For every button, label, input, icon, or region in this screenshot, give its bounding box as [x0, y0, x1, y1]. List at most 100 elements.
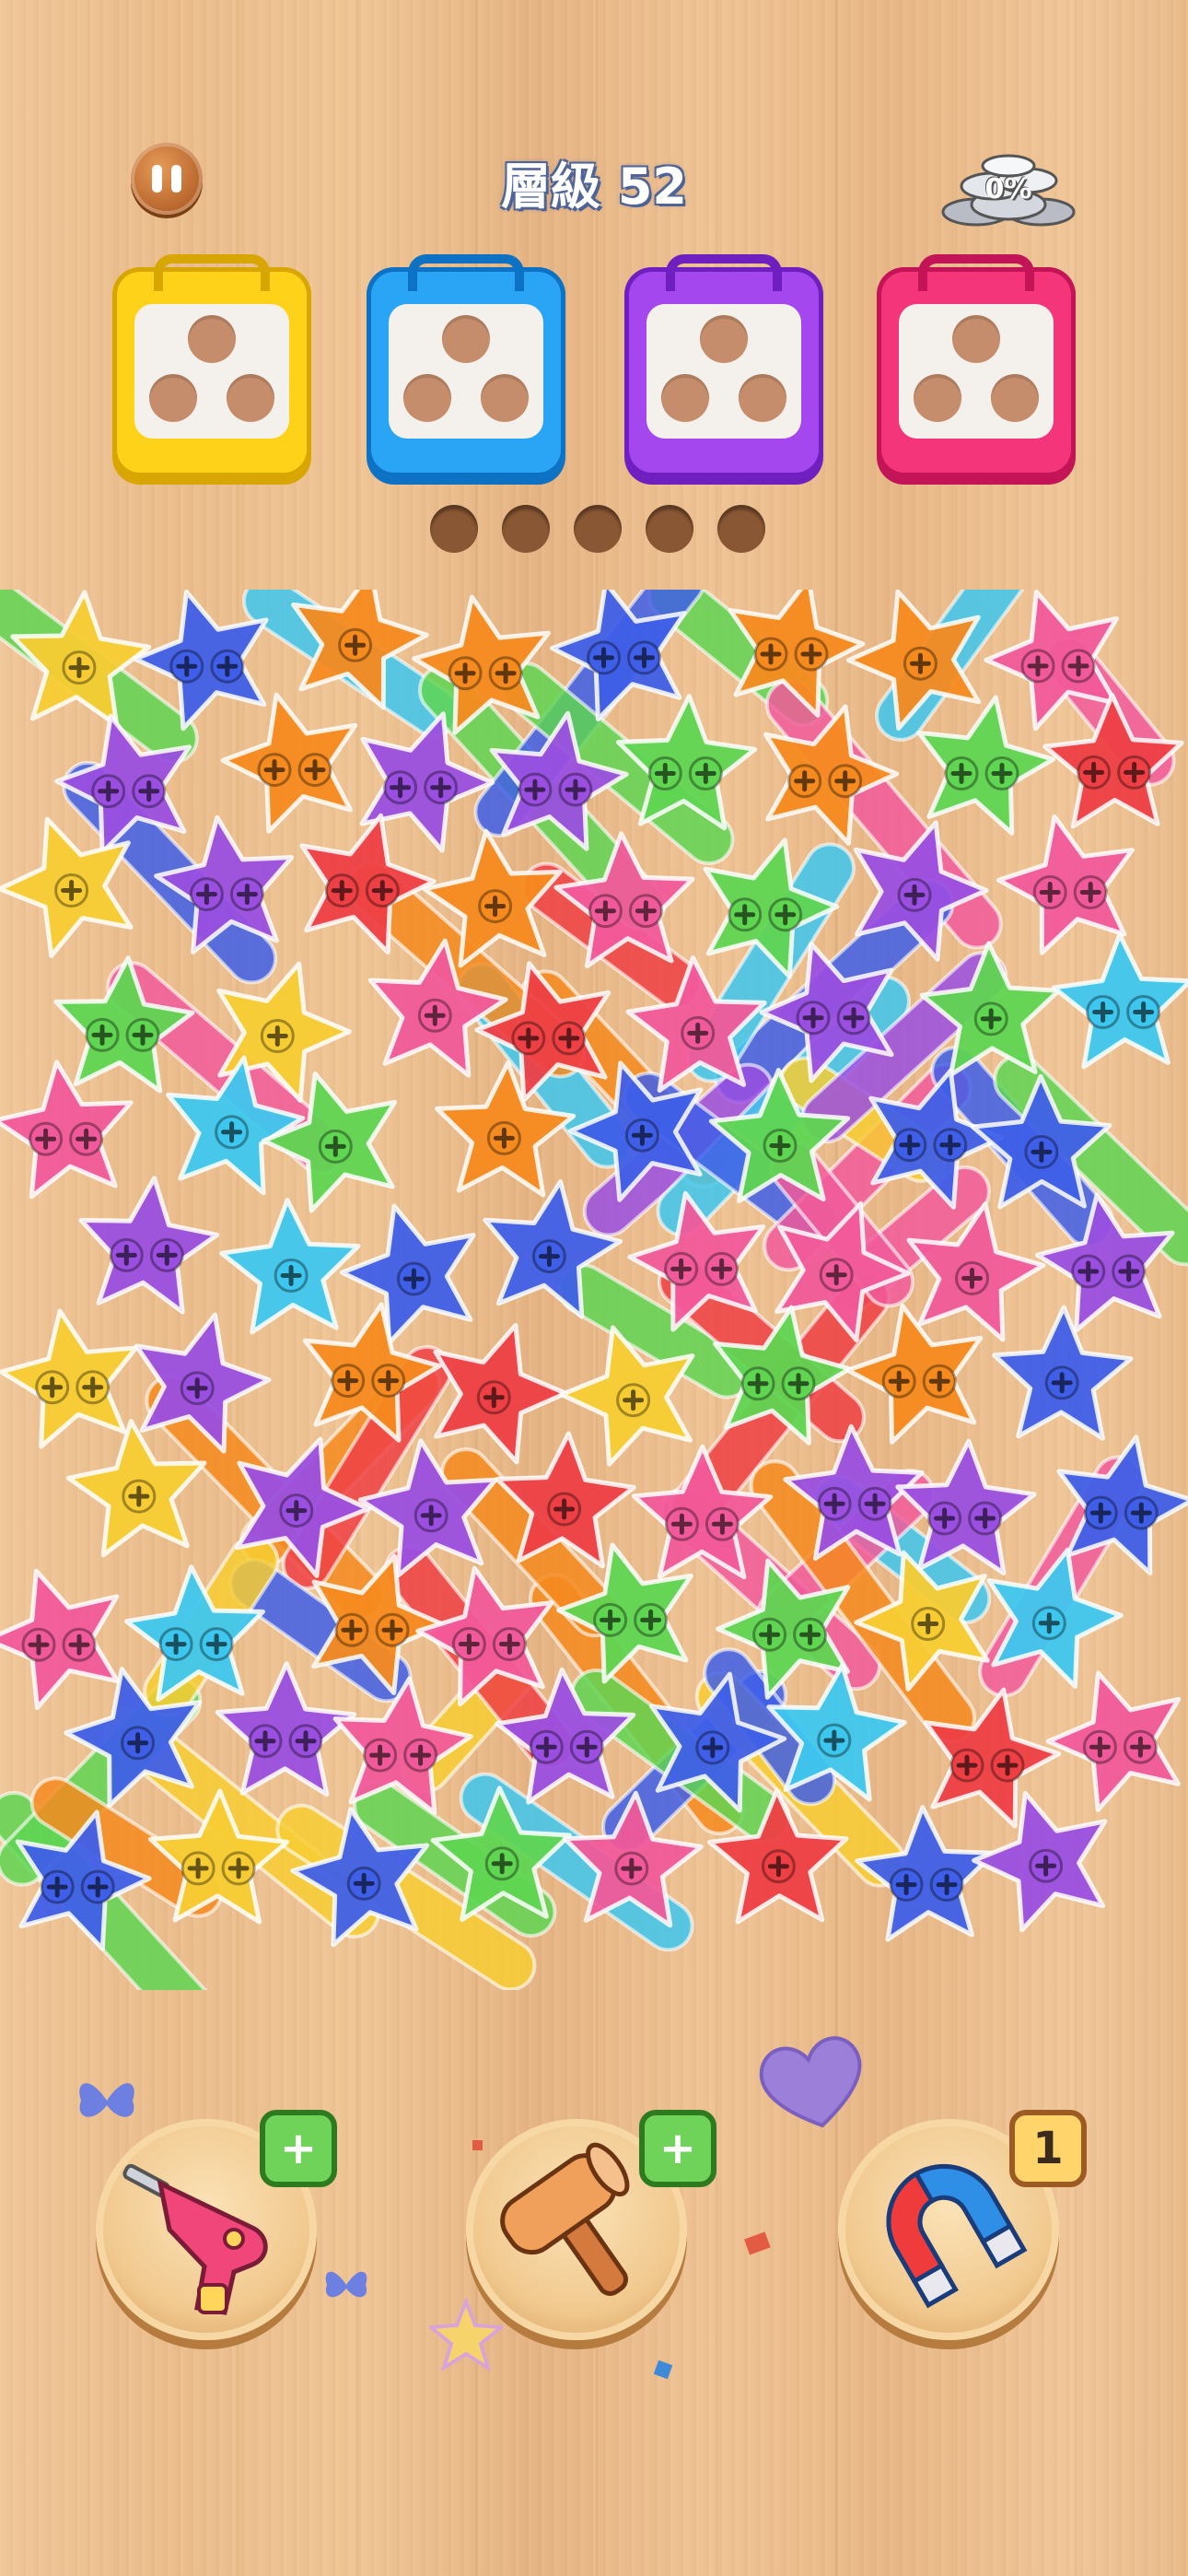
screw[interactable]: [753, 637, 788, 672]
screw[interactable]: [1029, 1848, 1064, 1883]
screw[interactable]: [331, 1364, 366, 1399]
screw[interactable]: [189, 877, 224, 912]
screw[interactable]: [396, 1261, 431, 1296]
screw[interactable]: [221, 1851, 256, 1886]
screw[interactable]: [125, 1017, 160, 1052]
screw[interactable]: [21, 1627, 56, 1662]
screw[interactable]: [588, 894, 623, 929]
screw[interactable]: [518, 772, 553, 807]
screw[interactable]: [511, 1021, 546, 1056]
screw[interactable]: [417, 998, 452, 1033]
screw[interactable]: [109, 1237, 144, 1272]
screw[interactable]: [62, 650, 97, 685]
screw[interactable]: [763, 1129, 798, 1163]
screw[interactable]: [199, 1627, 234, 1662]
screw[interactable]: [857, 1486, 892, 1521]
screw[interactable]: [728, 897, 763, 932]
screw[interactable]: [531, 1239, 566, 1274]
screw[interactable]: [664, 1506, 699, 1541]
screw[interactable]: [324, 873, 359, 908]
screw[interactable]: [968, 1501, 1003, 1536]
magnet-tool-button[interactable]: 1: [838, 2110, 1087, 2340]
screw[interactable]: [781, 1366, 816, 1401]
star-piece[interactable]: [0, 1053, 141, 1200]
star-piece[interactable]: [50, 953, 196, 1094]
screw[interactable]: [1117, 755, 1152, 790]
screw[interactable]: [787, 764, 822, 799]
screw[interactable]: [627, 640, 661, 675]
screw[interactable]: [614, 1851, 649, 1886]
screw[interactable]: [705, 1251, 740, 1286]
screw[interactable]: [371, 1364, 406, 1399]
screw[interactable]: [922, 1364, 957, 1399]
screw[interactable]: [1024, 1134, 1059, 1169]
screw[interactable]: [944, 756, 979, 790]
puzzle-board[interactable]: [0, 590, 1188, 1990]
screw[interactable]: [705, 1506, 740, 1541]
screw[interactable]: [338, 627, 373, 662]
screw[interactable]: [628, 894, 663, 929]
screw[interactable]: [836, 1001, 871, 1036]
screw[interactable]: [984, 756, 1019, 790]
screw[interactable]: [990, 1748, 1025, 1783]
screw[interactable]: [279, 1493, 314, 1528]
screw[interactable]: [881, 1364, 916, 1399]
screw[interactable]: [76, 1370, 111, 1405]
screw[interactable]: [248, 1724, 283, 1759]
screw[interactable]: [897, 877, 932, 912]
screw[interactable]: [1073, 875, 1108, 909]
screw[interactable]: [552, 1021, 587, 1056]
screw[interactable]: [180, 1371, 215, 1406]
screw[interactable]: [383, 770, 418, 805]
screw[interactable]: [1077, 755, 1112, 790]
screw[interactable]: [260, 1019, 295, 1053]
screw[interactable]: [752, 1617, 787, 1652]
screw[interactable]: [892, 1128, 927, 1163]
screw[interactable]: [1083, 1495, 1118, 1530]
screw[interactable]: [558, 772, 593, 807]
screw[interactable]: [828, 764, 863, 799]
screw[interactable]: [911, 1607, 946, 1641]
screw[interactable]: [488, 656, 523, 691]
screw[interactable]: [69, 1121, 104, 1156]
screw[interactable]: [363, 1738, 398, 1773]
hammer-tool-button[interactable]: +: [466, 2110, 716, 2340]
screw[interactable]: [85, 1017, 120, 1052]
star-piece[interactable]: [73, 1171, 223, 1315]
screw[interactable]: [132, 774, 167, 809]
star-piece[interactable]: [210, 677, 376, 837]
screw[interactable]: [229, 877, 264, 912]
screw[interactable]: [793, 1617, 828, 1652]
screw[interactable]: [1082, 1729, 1117, 1764]
screw[interactable]: [181, 1851, 215, 1886]
screw[interactable]: [794, 637, 829, 672]
screw[interactable]: [1031, 1606, 1066, 1641]
screw[interactable]: [297, 753, 332, 788]
screw[interactable]: [62, 1627, 97, 1662]
screw[interactable]: [1061, 649, 1096, 684]
screw[interactable]: [681, 1015, 716, 1050]
screw[interactable]: [955, 1261, 989, 1295]
screw[interactable]: [1123, 1729, 1158, 1764]
screw[interactable]: [796, 1001, 831, 1036]
screw[interactable]: [424, 770, 459, 805]
screw[interactable]: [1124, 1495, 1159, 1530]
screw[interactable]: [80, 1869, 115, 1904]
screw[interactable]: [451, 1627, 486, 1661]
screw[interactable]: [1044, 1365, 1079, 1400]
screw[interactable]: [35, 1370, 70, 1405]
screw[interactable]: [1112, 1254, 1147, 1289]
screw[interactable]: [40, 1869, 75, 1904]
screw[interactable]: [817, 1486, 852, 1521]
star-piece[interactable]: [1051, 931, 1188, 1070]
screw[interactable]: [29, 1121, 64, 1156]
screw[interactable]: [318, 1129, 353, 1164]
screw[interactable]: [529, 1729, 564, 1764]
screw[interactable]: [492, 1627, 527, 1661]
screw[interactable]: [346, 1866, 381, 1901]
screw[interactable]: [478, 889, 513, 924]
screw[interactable]: [933, 1128, 968, 1163]
screw[interactable]: [1086, 995, 1121, 1029]
screw[interactable]: [593, 1602, 628, 1637]
screw[interactable]: [547, 1492, 582, 1527]
